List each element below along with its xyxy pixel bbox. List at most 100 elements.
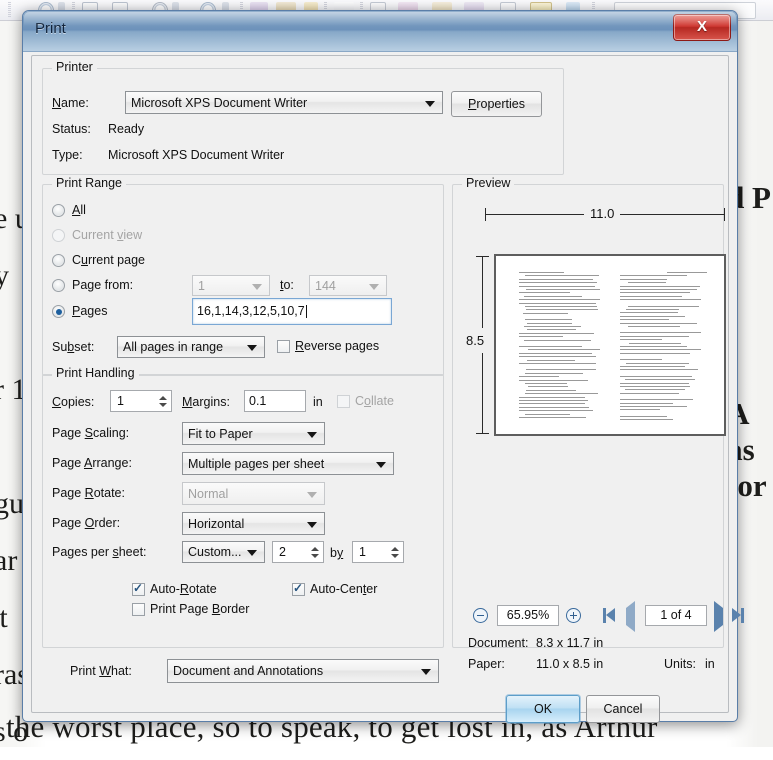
ok-label: OK xyxy=(534,702,552,716)
stepper-up-icon[interactable] xyxy=(311,547,319,551)
preview-text-line xyxy=(620,289,697,290)
radio-pages[interactable] xyxy=(52,305,65,318)
preview-text-line xyxy=(525,373,583,374)
stepper-down-icon[interactable] xyxy=(311,554,319,558)
cancel-button[interactable]: Cancel xyxy=(586,695,660,723)
page-scaling-value: Fit to Paper xyxy=(188,427,253,441)
next-page-button[interactable] xyxy=(714,608,723,626)
preview-mini-page-right xyxy=(613,266,715,424)
paper-size-label: Paper: xyxy=(468,657,505,671)
stepper-up-icon[interactable] xyxy=(391,547,399,551)
pages-per-sheet-rows-value: 1 xyxy=(359,545,366,559)
chevron-down-icon xyxy=(376,462,386,468)
pages-per-sheet-rows-spinner[interactable]: 1 xyxy=(352,541,404,563)
page-scaling-combobox[interactable]: Fit to Paper xyxy=(182,422,325,445)
printer-group-legend: Printer xyxy=(52,60,97,74)
preview-text-line xyxy=(519,292,570,293)
radio-current-view[interactable] xyxy=(52,229,65,242)
preview-text-line xyxy=(620,419,673,420)
close-button[interactable]: X xyxy=(673,14,731,41)
print-what-label: Print What: xyxy=(70,664,132,678)
preview-text-line xyxy=(620,359,662,360)
preview-text-line xyxy=(519,303,596,304)
stepper-down-icon[interactable] xyxy=(159,403,167,407)
preview-text-line xyxy=(519,400,588,401)
printer-name-value: Microsoft XPS Document Writer xyxy=(131,96,307,110)
previous-page-button[interactable] xyxy=(626,608,635,626)
units-value: in xyxy=(705,657,715,671)
margins-input[interactable]: 0.1 xyxy=(244,390,306,412)
page-to-value: 144 xyxy=(315,279,336,293)
preview-text-line xyxy=(620,383,689,384)
preview-text-line xyxy=(620,409,660,410)
preview-text-line xyxy=(526,289,600,290)
preview-text-line xyxy=(519,282,597,283)
page-to-label: to: xyxy=(280,278,294,292)
preview-text-line xyxy=(620,406,687,407)
preview-text-line xyxy=(620,319,669,320)
next-page-arrow-icon xyxy=(714,601,723,632)
first-page-arrow-icon xyxy=(606,608,615,622)
page-to-combobox[interactable]: 144 xyxy=(309,275,387,296)
copies-spinner[interactable]: 1 xyxy=(110,390,172,412)
copies-stepper[interactable] xyxy=(156,392,170,410)
preview-text-line xyxy=(519,417,586,418)
printer-name-combobox[interactable]: Microsoft XPS Document Writer xyxy=(125,91,443,114)
preview-width-tick-right xyxy=(724,208,725,221)
preview-text-line xyxy=(524,340,591,341)
stepper-down-icon[interactable] xyxy=(391,554,399,558)
pages-per-sheet-cols-spinner[interactable]: 2 xyxy=(272,541,324,563)
reverse-pages-checkbox[interactable] xyxy=(277,340,290,353)
chevron-down-icon xyxy=(252,284,262,290)
auto-center-checkbox[interactable] xyxy=(292,583,305,596)
auto-rotate-checkbox[interactable] xyxy=(132,583,145,596)
preview-text-line xyxy=(527,323,572,324)
cols-stepper[interactable] xyxy=(308,543,322,561)
print-range-group-legend: Print Range xyxy=(52,176,126,190)
page-from-combobox[interactable]: 1 xyxy=(192,275,270,296)
preview-height-tick-top xyxy=(476,256,489,257)
preview-text-line xyxy=(625,389,685,390)
dialog-title-bar[interactable]: Print X xyxy=(23,11,737,52)
copies-value: 1 xyxy=(117,394,124,408)
pages-input[interactable]: 16,1,14,3,12,5,10,7 xyxy=(192,298,392,325)
ok-button[interactable]: OK xyxy=(506,695,580,723)
zoom-level-value: 65.95% xyxy=(507,609,549,622)
zoom-out-button[interactable] xyxy=(473,608,488,623)
print-what-value: Document and Annotations xyxy=(173,664,323,678)
page-order-value: Horizontal xyxy=(188,517,244,531)
pages-per-sheet-combobox[interactable]: Custom... xyxy=(182,541,265,563)
stepper-up-icon[interactable] xyxy=(159,396,167,400)
radio-page-from[interactable] xyxy=(52,279,65,292)
zoom-in-button[interactable] xyxy=(566,608,581,623)
properties-button[interactable]: Properties xyxy=(451,91,542,117)
preview-text-line xyxy=(519,346,582,347)
auto-rotate-label: Auto-Rotate xyxy=(150,582,217,596)
preview-height-tick-bottom xyxy=(476,433,489,434)
print-what-combobox[interactable]: Document and Annotations xyxy=(167,659,439,683)
preview-text-line xyxy=(620,416,667,417)
preview-text-line xyxy=(519,410,593,411)
page-indicator-input[interactable]: 1 of 4 xyxy=(645,605,707,626)
rows-stepper[interactable] xyxy=(388,543,402,561)
preview-text-line xyxy=(528,386,568,387)
preview-text-line xyxy=(519,353,592,354)
collate-checkbox[interactable] xyxy=(337,395,350,408)
page-indicator-value: 1 of 4 xyxy=(660,609,691,622)
radio-current-page[interactable] xyxy=(52,254,65,267)
preview-text-line xyxy=(519,363,596,364)
last-page-button[interactable] xyxy=(732,608,744,623)
first-page-button[interactable] xyxy=(603,608,615,623)
radio-all[interactable] xyxy=(52,204,65,217)
subset-combobox[interactable]: All pages in range xyxy=(117,336,265,358)
print-page-border-checkbox[interactable] xyxy=(132,603,145,616)
margins-label: Margins: xyxy=(182,395,230,409)
preview-text-line xyxy=(519,336,563,337)
printer-status-label: Status: xyxy=(52,122,91,136)
zoom-level-display[interactable]: 65.95% xyxy=(497,605,559,626)
preview-page-canvas xyxy=(494,254,726,436)
page-order-combobox[interactable]: Horizontal xyxy=(182,512,325,535)
page-rotate-combobox[interactable]: Normal xyxy=(182,482,325,505)
text-caret xyxy=(306,305,307,318)
page-arrange-combobox[interactable]: Multiple pages per sheet xyxy=(182,452,394,475)
